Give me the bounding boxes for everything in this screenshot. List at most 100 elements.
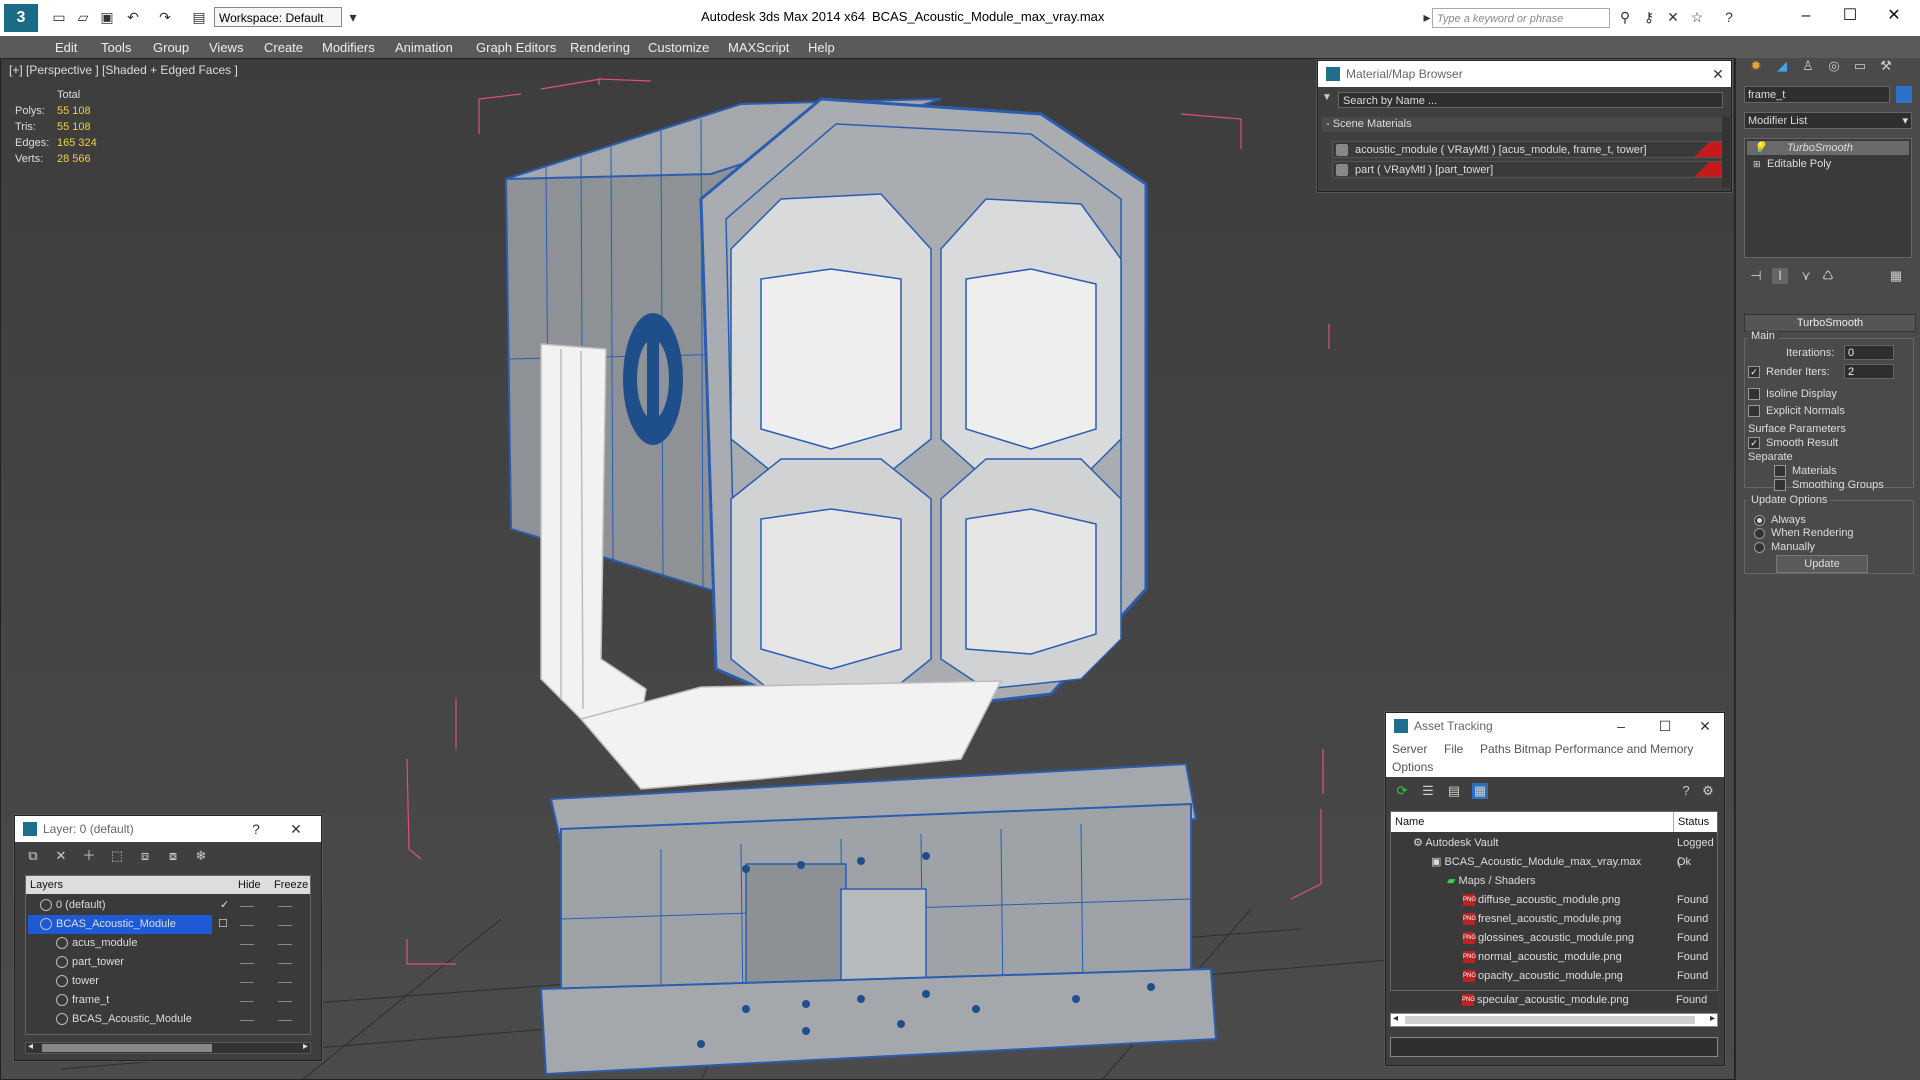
asset-menu-file[interactable]: File [1444, 742, 1463, 756]
scrollbar[interactable] [1722, 117, 1730, 187]
settings-icon[interactable]: ⚙ [1700, 783, 1716, 799]
undo-icon[interactable]: ↶ [124, 8, 142, 26]
table-view-icon[interactable]: ▦ [1472, 783, 1488, 799]
new-layer-icon[interactable]: ⧉ [25, 848, 41, 864]
col-hide[interactable]: Hide [238, 876, 261, 894]
asset-menu-paths[interactable]: Paths [1480, 742, 1511, 756]
configure-sets-icon[interactable]: ▦ [1888, 268, 1904, 284]
make-unique-icon[interactable]: ⋎ [1798, 268, 1814, 284]
layer-horizontal-scrollbar[interactable]: ◂ ▸ [25, 1041, 311, 1054]
menu-rendering[interactable]: Rendering [570, 40, 630, 55]
menu-maxscript[interactable]: MAXScript [728, 40, 789, 55]
render-iters-toggle[interactable]: ✓ Render Iters: [1748, 366, 1830, 379]
help-icon[interactable]: ? [1720, 8, 1738, 26]
explicit-normals-checkbox[interactable] [1748, 405, 1760, 418]
materials-toggle[interactable]: Materials [1774, 465, 1837, 478]
save-file-icon[interactable]: ▣ [98, 8, 116, 26]
maximize-icon[interactable]: ☐ [1830, 4, 1870, 28]
asset-row[interactable]: PNG diffuse_acoustic_module.png Found [1391, 891, 1717, 910]
hide-toggle[interactable] [240, 963, 254, 964]
workspace-dropdown[interactable]: Workspace: Default [214, 7, 342, 27]
always-option[interactable]: Always [1754, 514, 1806, 526]
motion-tab-icon[interactable]: ◎ [1826, 58, 1842, 74]
hold-icon[interactable]: ▤ [190, 8, 208, 26]
isoline-display-toggle[interactable]: Isoline Display [1748, 388, 1837, 401]
material-row[interactable]: part ( VRayMtl ) [part_tower] [1332, 161, 1722, 178]
col-name[interactable]: Name [1395, 812, 1424, 832]
utilities-tab-icon[interactable]: ⚒ [1878, 58, 1894, 74]
menu-tools[interactable]: Tools [101, 40, 131, 55]
scrollbar-thumb[interactable] [1405, 1016, 1695, 1024]
layer-box-icon[interactable]: ☐ [218, 915, 228, 934]
redo-icon[interactable]: ↷ [156, 8, 174, 26]
asset-horizontal-scrollbar[interactable]: ◂ ▸ [1390, 1013, 1718, 1027]
asset-row-last[interactable]: PNG specular_acoustic_module.png Found [1390, 991, 1718, 1010]
freeze-toggle[interactable] [278, 1020, 292, 1021]
material-search-input[interactable]: Search by Name ... [1338, 92, 1723, 108]
material-row[interactable]: acoustic_module ( VRayMtl ) [acus_module… [1332, 141, 1722, 158]
app-logo-icon[interactable]: 3 [4, 4, 38, 32]
chevron-down-icon[interactable]: ▾ [344, 8, 362, 26]
delete-layer-icon[interactable]: ✕ [53, 848, 69, 864]
hide-toggle[interactable] [240, 925, 254, 926]
materials-checkbox[interactable] [1774, 465, 1786, 478]
help-icon[interactable]: ? [243, 816, 269, 842]
scroll-left-icon[interactable]: ◂ [1393, 1013, 1398, 1024]
asset-menu-options[interactable]: Options [1392, 760, 1433, 774]
asset-row[interactable]: PNG fresnel_acoustic_module.png Found [1391, 910, 1717, 929]
freeze-toggle[interactable] [278, 1001, 292, 1002]
asset-tracking-titlebar[interactable]: Asset Tracking – ☐ ✕ [1386, 713, 1724, 739]
update-button[interactable]: Update [1776, 555, 1868, 573]
modify-tab-icon[interactable]: ◢ [1774, 58, 1790, 74]
layer-panel-titlebar[interactable]: Layer: 0 (default) ? ✕ [15, 816, 321, 842]
always-radio[interactable] [1754, 514, 1765, 526]
asset-row[interactable]: PNG opacity_acoustic_module.png Found [1391, 967, 1717, 986]
freeze-toggle[interactable] [278, 906, 292, 907]
minimize-icon[interactable]: – [1608, 713, 1634, 739]
iterations-spinner[interactable]: 0 [1844, 345, 1894, 360]
add-to-layer-icon[interactable]: ＋ [81, 848, 97, 864]
close-icon[interactable]: ✕ [1692, 713, 1718, 739]
help-icon[interactable]: ? [1678, 783, 1694, 799]
stack-item-turbosmooth[interactable]: 💡 TurboSmooth [1747, 141, 1909, 155]
hide-toggle[interactable] [240, 944, 254, 945]
viewport-label[interactable]: [+] [Perspective ] [Shaded + Edged Faces… [9, 63, 238, 77]
when-rendering-option[interactable]: When Rendering [1754, 527, 1854, 539]
freeze-toggle[interactable] [278, 982, 292, 983]
col-status[interactable]: Status [1673, 812, 1709, 832]
freeze-toggle[interactable] [278, 944, 292, 945]
asset-row[interactable]: ▣ BCAS_Acoustic_Module_max_vray.max Ok [1391, 853, 1717, 872]
close-icon[interactable]: ✕ [1874, 4, 1914, 28]
object-row[interactable]: part_tower [26, 953, 310, 972]
hide-toggle[interactable] [240, 1020, 254, 1021]
material-browser-titlebar[interactable]: Material/Map Browser ✕ [1318, 61, 1731, 87]
hide-all-layers-icon[interactable]: ⧇ [165, 848, 181, 864]
display-tab-icon[interactable]: ▭ [1852, 58, 1868, 74]
menu-edit[interactable]: Edit [55, 40, 77, 55]
expand-icon[interactable]: ⊞ [1753, 157, 1761, 171]
when-rendering-radio[interactable] [1754, 527, 1765, 539]
menu-customize[interactable]: Customize [648, 40, 709, 55]
menu-views[interactable]: Views [209, 40, 243, 55]
object-color-swatch[interactable] [1896, 86, 1912, 103]
layer-row-selected[interactable]: BCAS_Acoustic_Module ☐ [26, 915, 310, 934]
modifier-list-dropdown[interactable]: Modifier List ▾ [1744, 112, 1912, 129]
smooth-result-checkbox[interactable]: ✓ [1748, 437, 1760, 450]
hierarchy-tab-icon[interactable]: ♙ [1800, 58, 1816, 74]
asset-row[interactable]: PNG normal_acoustic_module.png Found [1391, 948, 1717, 967]
scroll-left-icon[interactable]: ◂ [28, 1041, 33, 1052]
menu-animation[interactable]: Animation [395, 40, 453, 55]
thumbnail-view-icon[interactable]: ▤ [1446, 783, 1462, 799]
refresh-icon[interactable]: ⟳ [1394, 783, 1410, 799]
list-view-icon[interactable]: ☰ [1420, 783, 1436, 799]
stack-item-editable-poly[interactable]: ⊞ Editable Poly [1747, 157, 1909, 171]
asset-row[interactable]: ▰ Maps / Shaders [1391, 872, 1717, 891]
scroll-right-icon[interactable]: ▸ [1710, 1013, 1715, 1024]
filter-icon[interactable]: ▼ [1322, 92, 1336, 108]
pin-stack-icon[interactable]: ⊣ [1748, 268, 1764, 284]
lightbulb-icon[interactable]: 💡 [1753, 141, 1767, 155]
asset-row[interactable]: PNG glossines_acoustic_module.png Found [1391, 929, 1717, 948]
close-icon[interactable]: ✕ [1705, 61, 1731, 87]
smooth-result-toggle[interactable]: ✓ Smooth Result [1748, 437, 1838, 450]
col-freeze[interactable]: Freeze [274, 876, 308, 894]
